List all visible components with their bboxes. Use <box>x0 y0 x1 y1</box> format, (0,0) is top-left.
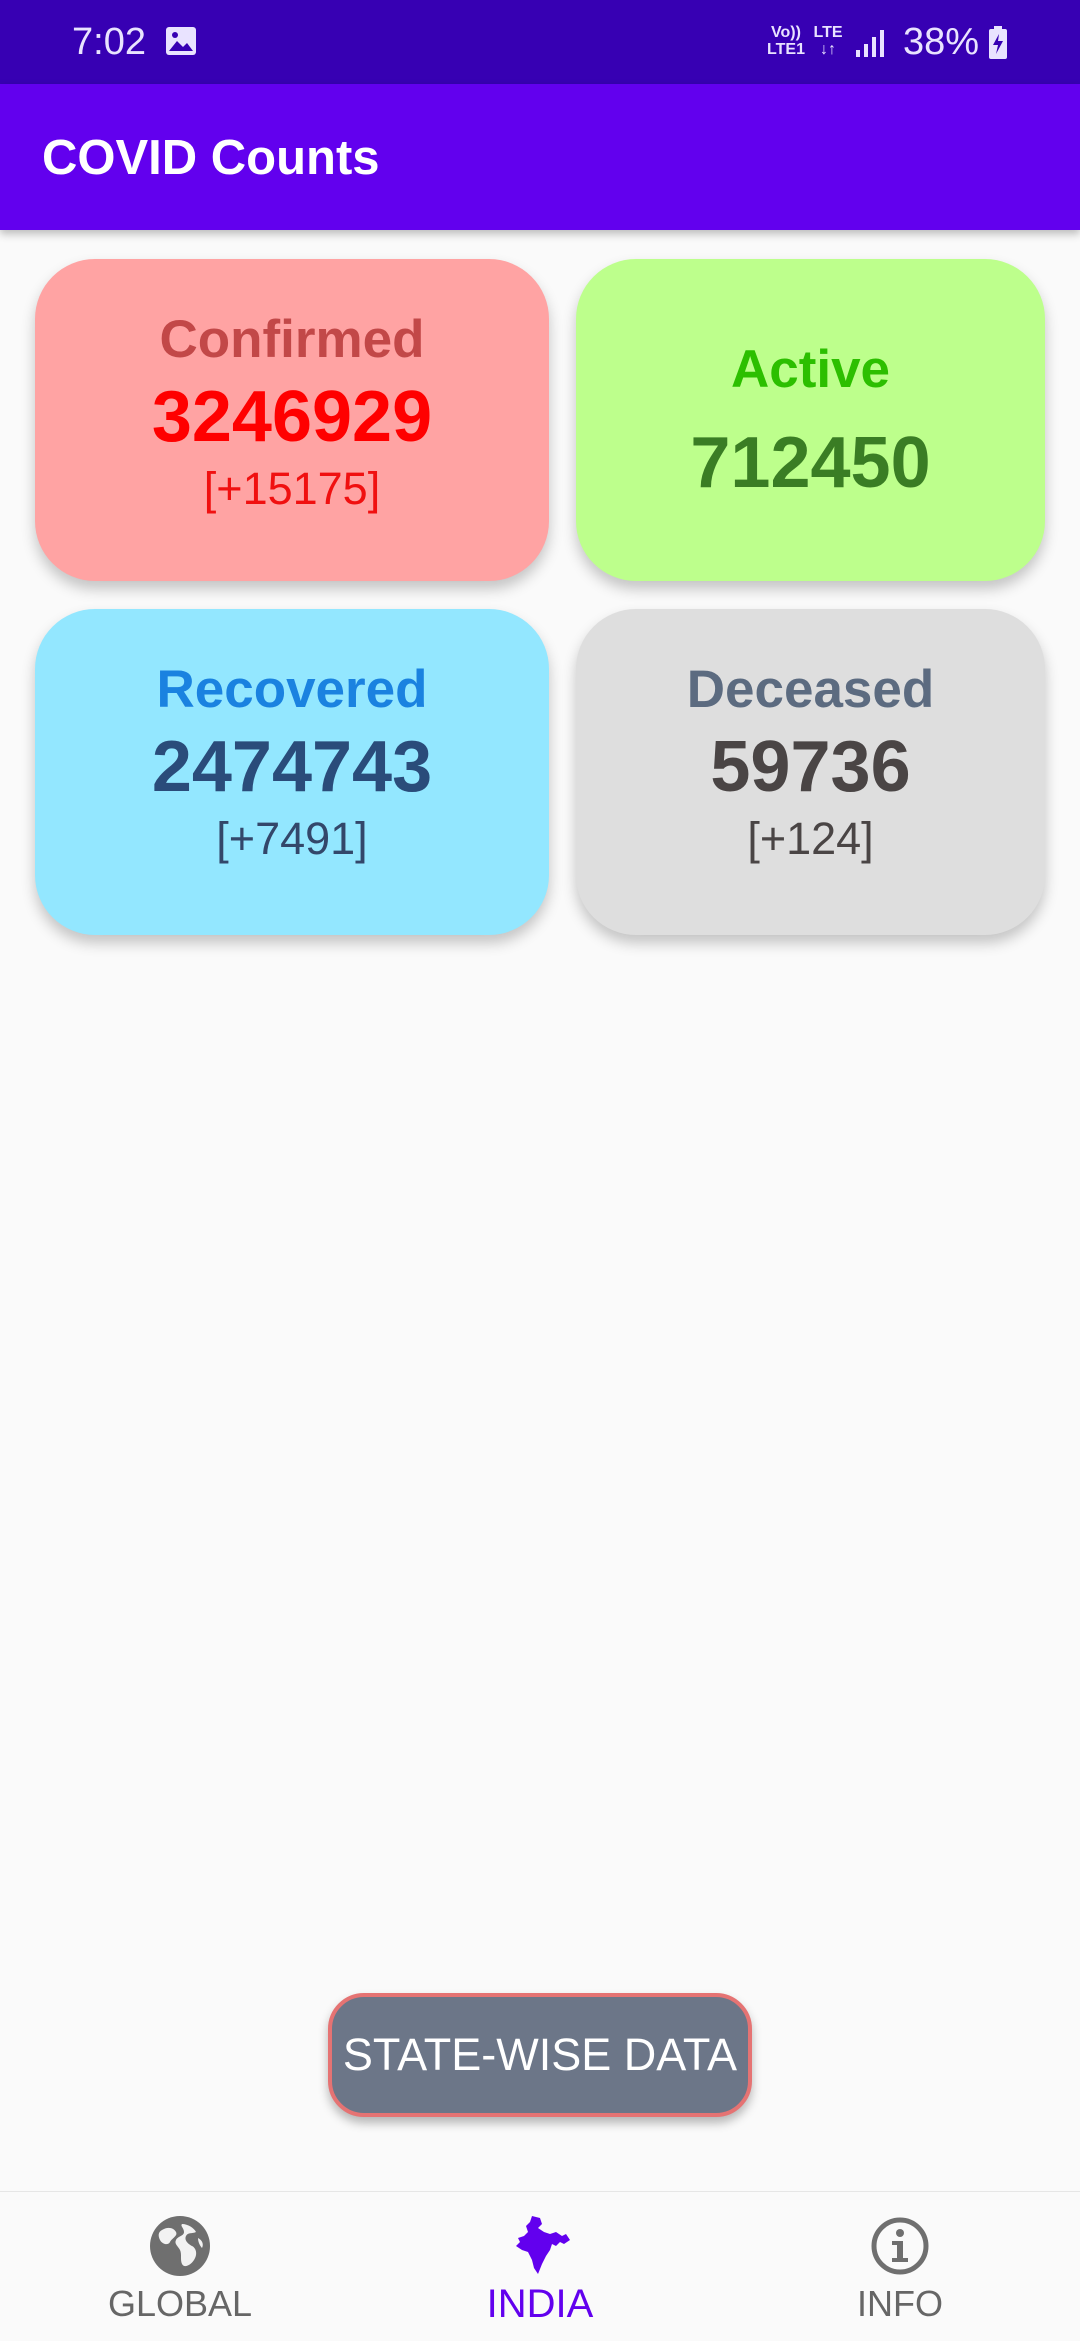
deceased-delta: [+124] <box>747 813 874 864</box>
confirmed-count: 3246929 <box>151 377 433 457</box>
bottom-navigation: GLOBAL INDIA INFO <box>0 2191 1080 2341</box>
india-map-icon <box>516 2216 570 2274</box>
nav-item-info[interactable]: INFO <box>720 2192 1080 2341</box>
volte-line1: Vo)) <box>771 24 801 41</box>
recovered-card: Recovered 2474743 [+7491] <box>35 609 549 935</box>
nav-label-india: INDIA <box>486 2282 594 2326</box>
nav-label-info: INFO <box>857 2283 943 2324</box>
deceased-count: 59736 <box>710 727 911 807</box>
gallery-icon <box>166 27 196 55</box>
app-title: COVID Counts <box>42 131 380 185</box>
app-bar: COVID Counts <box>0 84 1080 230</box>
info-icon <box>871 2217 929 2275</box>
confirmed-label: Confirmed <box>159 310 425 369</box>
deceased-card: Deceased 59736 [+124] <box>576 609 1045 935</box>
active-count: 712450 <box>690 423 931 503</box>
battery-charging-icon <box>989 26 1007 59</box>
deceased-label: Deceased <box>686 660 935 719</box>
status-bar: 7:02 Vo)) LTE1 LTE ↓↑ 38% <box>0 0 1080 84</box>
volte-line2: LTE1 <box>767 41 805 58</box>
signal-icon <box>856 30 884 57</box>
globe-icon <box>150 2216 210 2276</box>
recovered-label: Recovered <box>156 660 428 719</box>
lte-indicator: LTE ↓↑ <box>810 24 846 58</box>
confirmed-card: Confirmed 3246929 [+15175] <box>35 259 549 581</box>
nav-label-global: GLOBAL <box>107 2283 253 2324</box>
recovered-count: 2474743 <box>151 727 433 807</box>
active-label: Active <box>730 340 891 399</box>
status-time: 7:02 <box>72 21 146 63</box>
state-wise-data-button[interactable]: STATE-WISE DATA <box>328 1993 752 2117</box>
active-card: Active 712450 <box>576 259 1045 581</box>
nav-item-india[interactable]: INDIA <box>360 2192 720 2341</box>
confirmed-delta: [+15175] <box>203 463 381 514</box>
battery-percent: 38% <box>903 21 980 63</box>
recovered-delta: [+7491] <box>216 813 368 864</box>
lte-label: LTE <box>813 24 843 41</box>
volte-indicator: Vo)) LTE1 <box>766 24 806 58</box>
data-arrows-icon: ↓↑ <box>820 41 836 58</box>
nav-item-global[interactable]: GLOBAL <box>0 2192 360 2341</box>
